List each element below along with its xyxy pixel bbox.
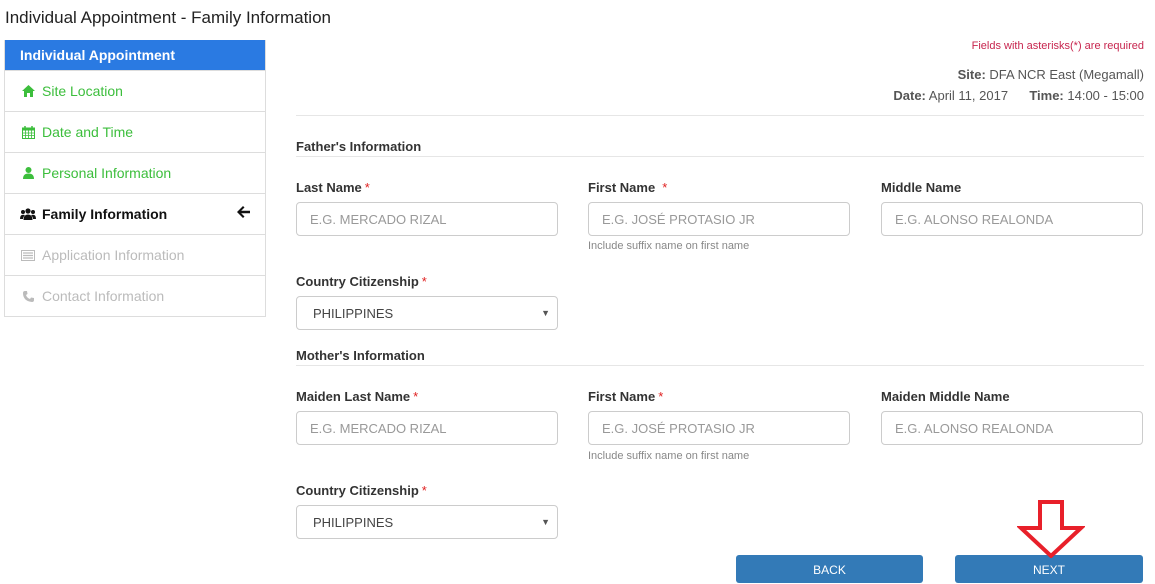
time-value: 14:00 - 15:00	[1067, 88, 1144, 103]
sidebar-item-date-and-time[interactable]: Date and Time	[5, 111, 265, 152]
date-value: April 11, 2017	[928, 88, 1009, 103]
father-section-title: Father's Information	[296, 139, 422, 154]
mother-citizenship-select[interactable]: PHILIPPINES ▼	[296, 505, 558, 539]
father-citizenship-value: PHILIPPINES	[313, 305, 394, 321]
father-citizenship-label: Country Citizenship *	[296, 274, 427, 289]
sidebar-item-personal-information[interactable]: Personal Information	[5, 152, 265, 193]
required-mark: *	[364, 180, 370, 195]
annotation-down-arrow-icon	[1015, 500, 1087, 563]
required-mark: *	[662, 180, 668, 195]
father-first-name-help: Include suffix name on first name	[588, 240, 750, 252]
sidebar-item-contact-information[interactable]: Contact Information	[5, 275, 265, 316]
user-icon	[20, 167, 36, 179]
site-label: Site:	[957, 67, 986, 82]
header-divider	[296, 115, 1144, 116]
mother-citizenship-label: Country Citizenship *	[296, 483, 427, 498]
sidebar-item-label: Date and Time	[42, 124, 134, 140]
father-section-divider	[296, 156, 1144, 157]
mother-first-name-input[interactable]	[588, 411, 850, 445]
mother-first-name-label: First Name *	[588, 389, 664, 404]
sidebar-item-site-location[interactable]: Site Location	[5, 70, 265, 111]
mother-middle-name-input[interactable]	[881, 411, 1143, 445]
father-middle-name-input[interactable]	[881, 202, 1143, 236]
users-icon	[20, 208, 36, 220]
required-mark: *	[421, 483, 427, 498]
sidebar-header: Individual Appointment	[5, 40, 265, 70]
site-value: DFA NCR East (Megamall)	[989, 67, 1144, 82]
sidebar-item-family-information[interactable]: Family Information	[5, 193, 265, 234]
mother-section-title: Mother's Information	[296, 348, 425, 363]
required-fields-note: Fields with asterisks(*) are required	[971, 40, 1144, 52]
required-mark: *	[421, 274, 427, 289]
mother-section-divider	[296, 365, 1144, 366]
father-citizenship-select[interactable]: PHILIPPINES ▼	[296, 296, 558, 330]
home-icon	[20, 85, 36, 97]
site-info: Site: DFA NCR East (Megamall)	[958, 67, 1144, 82]
sidebar-item-label: Contact Information	[42, 288, 165, 304]
date-time-info: Date: April 11, 2017 Time: 14:00 - 15:00	[893, 88, 1144, 103]
page-title: Individual Appointment - Family Informat…	[5, 8, 331, 27]
caret-down-icon: ▼	[541, 517, 550, 527]
mother-middle-name-label: Maiden Middle Name	[881, 389, 1010, 404]
father-last-name-label: Last Name *	[296, 180, 370, 195]
mother-last-name-input[interactable]	[296, 411, 558, 445]
sidebar-item-label: Family Information	[42, 206, 168, 222]
required-mark: *	[413, 389, 419, 404]
sidebar-item-application-information[interactable]: Application Information	[5, 234, 265, 275]
date-label: Date:	[893, 88, 926, 103]
father-first-name-label: First Name *	[588, 180, 668, 195]
mother-last-name-label: Maiden Last Name *	[296, 389, 419, 404]
caret-down-icon: ▼	[541, 308, 550, 318]
father-last-name-input[interactable]	[296, 202, 558, 236]
back-button[interactable]: BACK	[736, 555, 923, 583]
phone-icon	[20, 290, 36, 302]
father-middle-name-label: Middle Name	[881, 180, 962, 195]
time-label: Time:	[1029, 88, 1064, 103]
mother-citizenship-value: PHILIPPINES	[313, 514, 394, 530]
calendar-icon	[20, 125, 36, 139]
required-mark: *	[658, 389, 664, 404]
sidebar-item-label: Application Information	[42, 247, 185, 263]
list-icon	[20, 249, 36, 261]
sidebar-item-label: Personal Information	[42, 165, 172, 181]
sidebar-item-label: Site Location	[42, 83, 123, 99]
mother-first-name-help: Include suffix name on first name	[588, 450, 750, 462]
father-first-name-input[interactable]	[588, 202, 850, 236]
sidebar: Individual Appointment Site Location Dat…	[4, 40, 266, 317]
arrow-left-icon	[237, 205, 250, 223]
